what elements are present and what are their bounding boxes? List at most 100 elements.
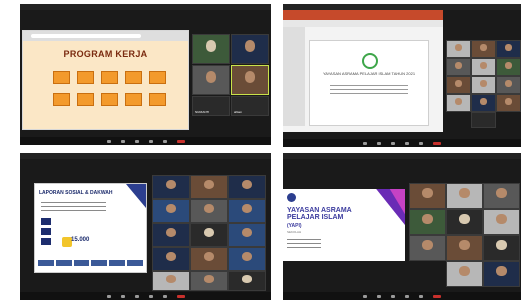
participant-video[interactable] bbox=[496, 94, 521, 112]
participant-video[interactable] bbox=[471, 58, 496, 76]
sticky-note bbox=[53, 71, 70, 84]
participant-video[interactable] bbox=[409, 209, 446, 235]
participant-video[interactable] bbox=[192, 34, 230, 64]
info-line bbox=[287, 239, 321, 240]
participant-video[interactable] bbox=[446, 261, 483, 287]
participant-video[interactable] bbox=[471, 40, 496, 58]
text-line bbox=[41, 202, 106, 203]
document-corner bbox=[126, 184, 146, 208]
participant-video[interactable] bbox=[228, 247, 266, 271]
participant-video[interactable] bbox=[192, 65, 230, 95]
end-button[interactable] bbox=[433, 294, 441, 298]
ppt-ribbon bbox=[283, 10, 443, 20]
participant-video[interactable] bbox=[483, 183, 520, 209]
share-button[interactable] bbox=[134, 294, 139, 298]
participant-video[interactable] bbox=[190, 247, 228, 271]
icon-block bbox=[41, 218, 51, 225]
document-heading: LAPORAN SOSIAL & DAKWAH bbox=[39, 190, 113, 196]
sticky-note bbox=[101, 93, 118, 106]
participant-video[interactable] bbox=[190, 271, 228, 291]
participant-video[interactable] bbox=[152, 271, 190, 291]
shared-screen-slide: YAYASAN ASRAMA PELAJAR ISLAM (YAPI) SEKO… bbox=[283, 189, 405, 261]
sticky-note bbox=[77, 93, 94, 106]
end-button[interactable] bbox=[176, 139, 185, 143]
share-button[interactable] bbox=[391, 141, 395, 145]
participant-video[interactable] bbox=[496, 58, 521, 76]
participant-video[interactable]: ahlam bbox=[231, 96, 269, 116]
mute-button[interactable] bbox=[363, 294, 367, 298]
participant-video[interactable] bbox=[152, 199, 190, 223]
participant-video[interactable] bbox=[446, 58, 471, 76]
participant-video[interactable] bbox=[152, 223, 190, 247]
zoom-window-2: YAYASAN ASRAMA PELAJAR ISLAM TAHUN 2021 bbox=[283, 4, 521, 147]
participant-video[interactable] bbox=[231, 34, 269, 64]
text-line bbox=[330, 93, 408, 94]
video-button[interactable] bbox=[120, 294, 125, 298]
participant-video[interactable] bbox=[409, 183, 446, 209]
participant-video[interactable] bbox=[228, 223, 266, 247]
chat-button[interactable] bbox=[162, 139, 167, 143]
video-button[interactable] bbox=[120, 139, 125, 143]
zoom-top-bar bbox=[283, 153, 521, 159]
zoom-window-3: LAPORAN SOSIAL & DAKWAH 15.000 bbox=[20, 153, 271, 300]
info-line bbox=[287, 247, 321, 248]
participant-video[interactable] bbox=[190, 199, 228, 223]
participant-video[interactable] bbox=[446, 235, 483, 261]
participant-video[interactable] bbox=[152, 175, 190, 199]
participant-video[interactable]: NURIANTI bbox=[192, 96, 230, 116]
participant-video[interactable] bbox=[228, 199, 266, 223]
participants-button[interactable] bbox=[405, 294, 409, 298]
text-line bbox=[41, 210, 106, 211]
video-button[interactable] bbox=[377, 294, 381, 298]
slide-canvas: YAYASAN ASRAMA PELAJAR ISLAM TAHUN 2021 bbox=[309, 40, 429, 126]
participant-video[interactable] bbox=[190, 223, 228, 247]
participant-video[interactable] bbox=[483, 235, 520, 261]
participant-video[interactable] bbox=[483, 261, 520, 287]
participants-button[interactable] bbox=[148, 139, 153, 143]
mute-button[interactable] bbox=[363, 141, 367, 145]
participant-name: NURIANTI bbox=[195, 110, 210, 114]
share-button[interactable] bbox=[134, 139, 139, 143]
address-bar[interactable] bbox=[31, 34, 141, 38]
slide-title-line3: (YAPI) bbox=[287, 223, 302, 229]
browser-chrome bbox=[23, 31, 188, 41]
participant-video[interactable] bbox=[496, 76, 521, 94]
participant-video[interactable] bbox=[228, 175, 266, 199]
chat-button[interactable] bbox=[419, 294, 423, 298]
participant-video[interactable] bbox=[190, 175, 228, 199]
sticky-note bbox=[125, 71, 142, 84]
yapi-logo bbox=[287, 193, 296, 202]
shared-screen-browser: PROGRAM KERJA bbox=[22, 30, 189, 130]
participant-video[interactable] bbox=[496, 40, 521, 58]
end-button[interactable] bbox=[433, 141, 441, 145]
mute-button[interactable] bbox=[106, 294, 111, 298]
chat-button[interactable] bbox=[162, 294, 167, 298]
participant-video[interactable] bbox=[446, 183, 483, 209]
chat-button[interactable] bbox=[419, 141, 423, 145]
participant-video[interactable] bbox=[471, 94, 496, 112]
participants-button[interactable] bbox=[405, 141, 409, 145]
photo-strip bbox=[38, 260, 143, 266]
sticky-note bbox=[149, 71, 166, 84]
zoom-window-4: YAYASAN ASRAMA PELAJAR ISLAM (YAPI) SEKO… bbox=[283, 153, 521, 300]
participant-video[interactable] bbox=[471, 112, 496, 128]
participant-video[interactable] bbox=[231, 65, 269, 95]
participant-video[interactable] bbox=[409, 235, 446, 261]
participant-video[interactable] bbox=[228, 271, 266, 291]
participant-video[interactable] bbox=[446, 40, 471, 58]
mute-button[interactable] bbox=[106, 139, 111, 143]
participant-video[interactable] bbox=[446, 209, 483, 235]
participant-video[interactable] bbox=[446, 94, 471, 112]
slide-title: PROGRAM KERJA bbox=[63, 49, 148, 59]
ppt-toolbar bbox=[283, 20, 443, 27]
sticky-note bbox=[53, 93, 70, 106]
participant-video[interactable] bbox=[152, 247, 190, 271]
participants-button[interactable] bbox=[148, 294, 153, 298]
participant-video[interactable] bbox=[471, 76, 496, 94]
end-button[interactable] bbox=[176, 294, 185, 298]
slide-thumbnails[interactable] bbox=[283, 27, 305, 126]
participant-video[interactable] bbox=[446, 76, 471, 94]
share-button[interactable] bbox=[391, 294, 395, 298]
video-button[interactable] bbox=[377, 141, 381, 145]
participant-video[interactable] bbox=[483, 209, 520, 235]
